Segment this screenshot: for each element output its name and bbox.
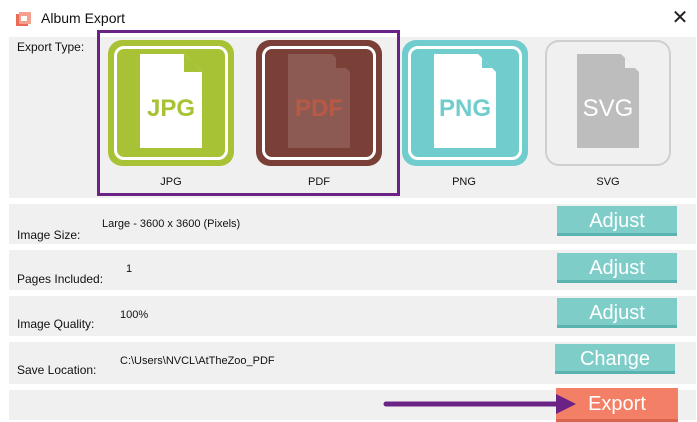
selection-highlight-box	[97, 30, 400, 196]
save-location-label: Save Location:	[17, 363, 97, 377]
png-format-tile[interactable]: PNG	[402, 40, 528, 166]
export-type-label: Export Type:	[17, 40, 85, 54]
pages-included-label: Pages Included:	[17, 272, 104, 286]
annotation-arrow-icon	[383, 394, 576, 414]
png-icon-text: PNG	[439, 95, 491, 122]
album-app-icon	[16, 12, 31, 26]
pages-included-adjust-button[interactable]: Adjust	[557, 253, 677, 283]
image-quality-value: 100%	[120, 309, 149, 321]
image-quality-label: Image Quality:	[17, 317, 95, 331]
image-size-label: Image Size:	[17, 228, 81, 242]
window-title: Album Export	[41, 10, 126, 26]
pages-included-value: 1	[126, 263, 133, 275]
save-location-value: C:\Users\NVCL\AtTheZoo_PDF	[120, 355, 275, 367]
png-file-icon: PNG	[434, 54, 496, 148]
image-size-value: Large - 3600 x 3600 (Pixels)	[102, 218, 241, 230]
svg-file-icon: SVG	[577, 54, 639, 148]
image-size-adjust-button[interactable]: Adjust	[557, 206, 677, 236]
save-location-change-button[interactable]: Change	[555, 344, 675, 374]
close-icon[interactable]: ✕	[668, 6, 692, 30]
svg-format-tile[interactable]: SVG	[545, 40, 671, 166]
png-caption: PNG	[452, 176, 476, 188]
svg-icon-text: SVG	[583, 95, 634, 122]
image-quality-adjust-button[interactable]: Adjust	[557, 298, 677, 328]
svg-caption: SVG	[596, 176, 620, 188]
